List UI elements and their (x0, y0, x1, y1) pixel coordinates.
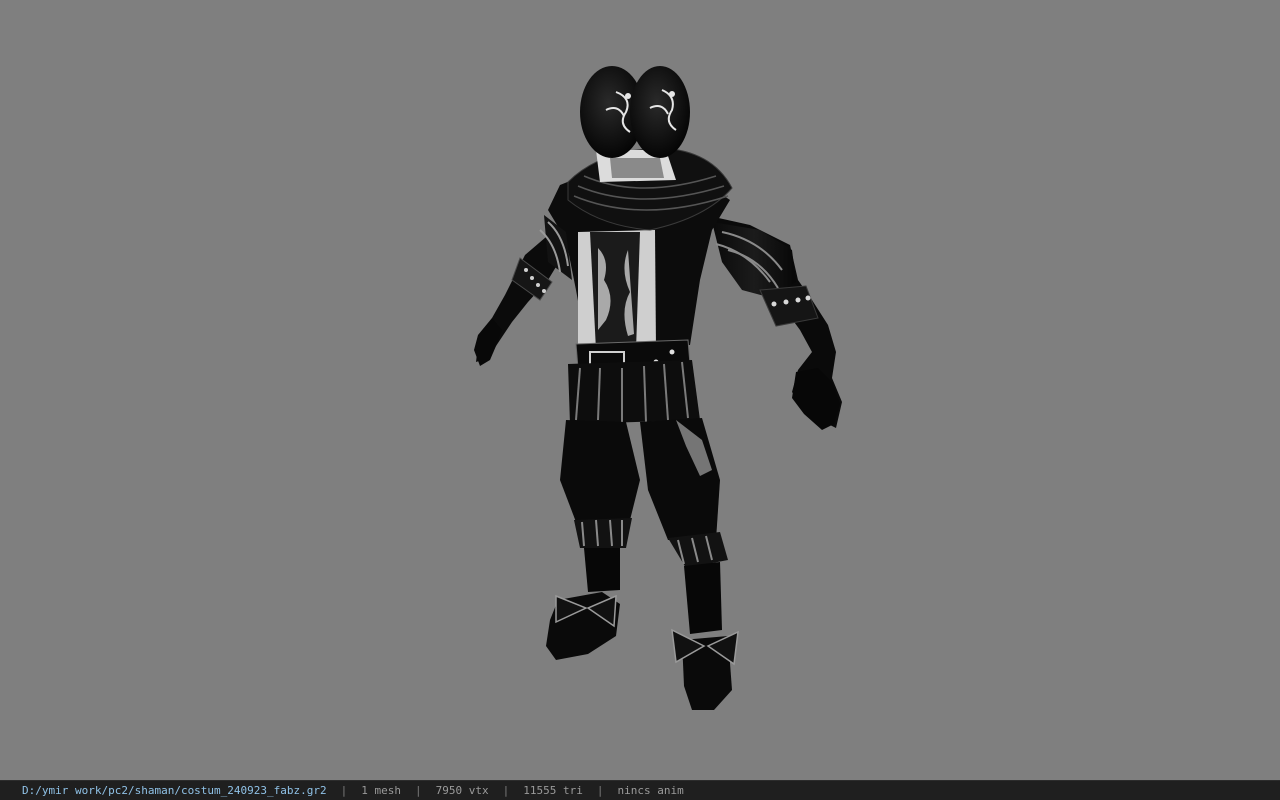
status-separator: | (596, 784, 604, 797)
status-bar: D:/ymir work/pc2/shaman/costum_240923_fa… (0, 780, 1280, 800)
mesh-count: 1 mesh (361, 784, 402, 797)
status-separator: | (502, 784, 510, 797)
right-arm (705, 215, 842, 430)
animation-status: nincs anim (617, 784, 684, 797)
status-separator: | (340, 784, 348, 797)
model-file-path: D:/ymir work/pc2/shaman/costum_240923_fa… (22, 784, 327, 797)
torso (539, 147, 733, 424)
character-model-render (474, 66, 842, 710)
triangle-count: 11555 tri (523, 784, 583, 797)
vertex-count: 7950 vtx (435, 784, 489, 797)
3d-viewport[interactable] (0, 0, 1280, 780)
status-separator: | (415, 784, 422, 797)
